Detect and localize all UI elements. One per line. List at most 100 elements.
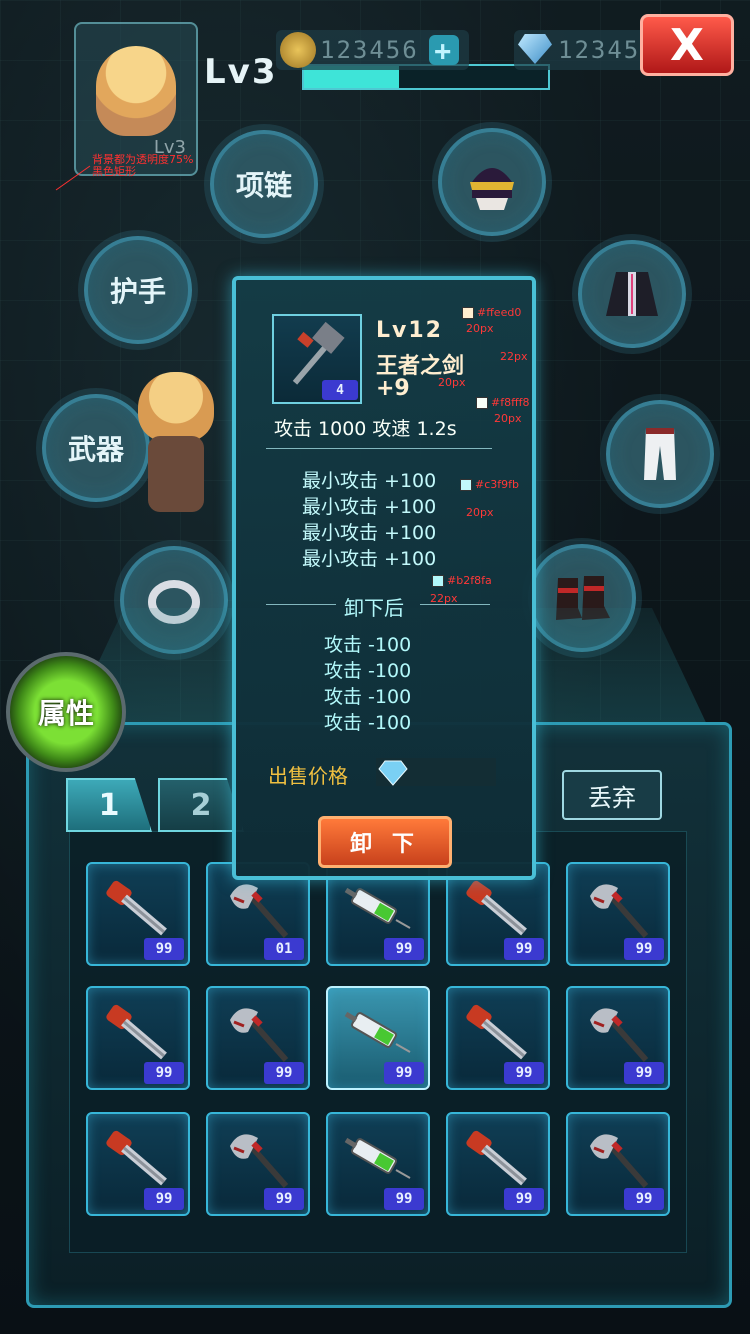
axe-icon <box>582 1000 654 1064</box>
design-annotation-tag: #b2f8fa <box>432 574 492 587</box>
axe-icon <box>582 876 654 940</box>
annotation-text: 20px <box>466 506 494 519</box>
item-count-badge: 99 <box>264 1062 304 1084</box>
attributes-button[interactable]: 属性 <box>6 652 126 772</box>
item-count-badge: 99 <box>144 938 184 960</box>
after-stat-line: 攻击 -100 <box>324 686 412 708</box>
slot-pants[interactable] <box>606 400 714 508</box>
player-character <box>128 372 224 512</box>
inventory-slot[interactable]: 99 <box>326 986 430 1090</box>
annotation-text: #f8fff8 <box>491 396 530 409</box>
annotation-color-swatch <box>476 396 488 409</box>
axe-icon <box>222 1126 294 1190</box>
unequip-button[interactable]: 卸 下 <box>318 816 452 868</box>
item-count-badge: 99 <box>384 1188 424 1210</box>
axe-icon <box>222 876 294 940</box>
sell-price-label: 出售价格 <box>268 764 348 788</box>
discard-button[interactable]: 丢弃 <box>562 770 662 820</box>
design-annotation-tag: #c3f9fb <box>460 478 519 491</box>
item-count-badge: 99 <box>384 1062 424 1084</box>
design-annotation-tag: 22px <box>500 350 528 363</box>
item-count-badge: 99 <box>504 1062 544 1084</box>
inventory-slot[interactable]: 99 <box>446 986 550 1090</box>
slot-gloves[interactable]: 护手 <box>84 236 192 344</box>
diamond-icon <box>378 760 408 786</box>
syringe-icon <box>342 876 414 940</box>
bonus-stat-line: 最小攻击 +100 <box>302 548 437 570</box>
wrench-icon <box>462 1126 534 1190</box>
design-annotation-tag: 20px <box>466 322 494 335</box>
after-stat-line: 攻击 -100 <box>324 660 412 682</box>
annotation-text: 20px <box>494 412 522 425</box>
annotation-color-swatch <box>462 306 474 319</box>
divider-left <box>266 604 336 605</box>
slot-helmet[interactable] <box>438 128 546 236</box>
wrench-icon <box>462 1000 534 1064</box>
axe-icon <box>582 1126 654 1190</box>
bonus-stat-line: 最小攻击 +100 <box>302 522 437 544</box>
character-body <box>148 436 204 512</box>
design-annotation-tag: #f8fff8 <box>476 396 530 409</box>
design-annotation-tag: #ffeed0 <box>462 306 521 319</box>
annotation-text: 22px <box>500 350 528 363</box>
design-annotation-tag: 22px <box>430 592 458 605</box>
after-stat-line: 攻击 -100 <box>324 634 412 656</box>
annotation-text: 22px <box>430 592 458 605</box>
annotation-color-swatch <box>432 574 444 587</box>
item-count-badge: 99 <box>504 938 544 960</box>
tooltip-main-stats: 攻击 1000 攻速 1.2s <box>274 418 457 440</box>
item-count-badge: 99 <box>624 938 664 960</box>
item-count-badge: 01 <box>264 938 304 960</box>
item-count-badge: 99 <box>144 1188 184 1210</box>
wrench-icon <box>102 1000 174 1064</box>
item-count-badge: 99 <box>624 1188 664 1210</box>
tooltip-item-level: Lv12 <box>376 318 443 343</box>
wrench-icon <box>462 876 534 940</box>
inventory-slot[interactable]: 99 <box>86 862 190 966</box>
slot-necklace-label: 项链 <box>235 169 292 202</box>
inventory-slot[interactable]: 99 <box>446 1112 550 1216</box>
inventory-slot[interactable]: 99 <box>566 862 670 966</box>
inventory-slot[interactable]: 99 <box>206 986 310 1090</box>
inventory-slot[interactable]: 99 <box>566 986 670 1090</box>
close-button[interactable]: X <box>640 14 734 76</box>
syringe-icon <box>342 1000 414 1064</box>
after-stat-line: 攻击 -100 <box>324 712 412 734</box>
tooltip-item-badge: 4 <box>322 380 358 400</box>
inventory-slot[interactable]: 99 <box>86 986 190 1090</box>
gem-icon <box>518 34 552 64</box>
bonus-stat-line: 最小攻击 +100 <box>302 496 437 518</box>
add-coins-button[interactable]: + <box>428 34 459 67</box>
inventory-slot[interactable]: 99 <box>206 1112 310 1216</box>
annotation-text: #b2f8fa <box>447 574 492 587</box>
design-annotation-tag: 20px <box>494 412 522 425</box>
slot-coat[interactable] <box>578 240 686 348</box>
annotation-color-swatch <box>460 478 472 491</box>
coin-counter: 123456 + <box>276 30 469 70</box>
annotation-text: #ffeed0 <box>477 306 522 319</box>
slot-necklace[interactable]: 项链 <box>210 130 318 238</box>
avatar-portrait <box>96 46 176 136</box>
tooltip-divider <box>266 448 492 449</box>
bonus-stat-line: 最小攻击 +100 <box>302 470 437 492</box>
inventory-slot[interactable]: 99 <box>86 1112 190 1216</box>
design-annotation-note: 背景都为透明度75%黑色矩形 <box>92 153 194 178</box>
helmet-icon <box>470 168 514 210</box>
wrench-icon <box>102 876 174 940</box>
item-count-badge: 99 <box>144 1062 184 1084</box>
annotation-arrow <box>55 165 91 191</box>
player-level: Lv3 <box>204 52 278 92</box>
axe-icon <box>222 1000 294 1064</box>
tooltip-item-icon-frame: 4 <box>272 314 362 404</box>
annotation-text: 20px <box>466 322 494 335</box>
character-head <box>138 372 214 442</box>
item-count-badge: 99 <box>624 1062 664 1084</box>
coin-icon <box>280 32 316 68</box>
top-bar: Lv3 Lv3 123456 + 123456 X <box>0 0 750 176</box>
pants-icon <box>644 428 676 480</box>
inventory-slot[interactable]: 99 <box>326 1112 430 1216</box>
annotation-text: 20px <box>438 376 466 389</box>
coin-amount: 123456 <box>320 36 419 64</box>
after-unequip-title: 卸下后 <box>344 596 404 620</box>
inventory-slot[interactable]: 99 <box>566 1112 670 1216</box>
